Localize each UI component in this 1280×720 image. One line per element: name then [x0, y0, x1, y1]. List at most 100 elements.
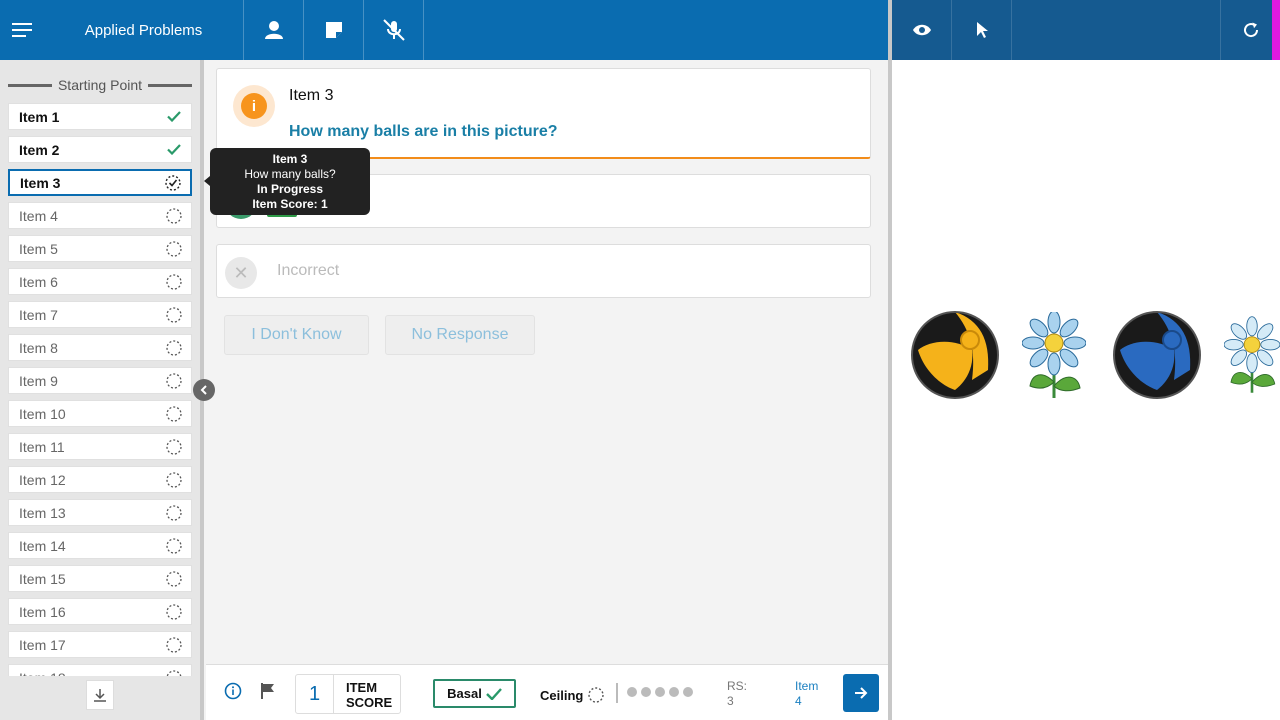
not-started-icon [165, 405, 183, 423]
not-started-icon [165, 471, 183, 489]
sidebar-item[interactable]: Item 2 [8, 136, 192, 163]
refresh-button[interactable] [1220, 0, 1280, 60]
ball-yellow-icon [911, 311, 999, 399]
starting-point-line-left [7, 83, 52, 87]
sidebar-item[interactable]: Item 4 [8, 202, 192, 229]
sidebar-item[interactable]: Item 8 [8, 334, 192, 361]
sidebar-item[interactable]: Item 16 [8, 598, 192, 625]
download-icon [94, 689, 106, 702]
top-toolbar: Applied Problems [0, 0, 888, 60]
starting-point-label: Starting Point [57, 77, 143, 93]
info-button[interactable] [224, 682, 242, 705]
sidebar-item[interactable]: Item 5 [8, 235, 192, 262]
flag-button[interactable] [260, 682, 276, 705]
tooltip-question: How many balls? [244, 167, 336, 181]
sidebar-item-label: Item 10 [19, 405, 66, 422]
stimulus-toolbar [892, 0, 1280, 60]
next-item-label: Item [795, 679, 819, 693]
sidebar-item-label: Item 5 [19, 240, 58, 257]
pending-icon [588, 687, 605, 703]
mic-off-icon [382, 19, 405, 41]
notes-button[interactable] [304, 0, 364, 60]
progress-dot [669, 687, 679, 697]
item-score-label-line2: SCORE [346, 695, 393, 710]
eye-icon [912, 24, 931, 36]
not-started-icon [165, 273, 183, 291]
check-icon [165, 108, 183, 126]
dont-know-button[interactable]: I Don't Know [224, 315, 369, 355]
sidebar-item[interactable]: Item 18 [8, 664, 192, 676]
tooltip-status: In Progress [256, 182, 324, 196]
incorrect-response-option[interactable]: ✕ Incorrect [216, 244, 871, 298]
check-icon [485, 687, 502, 700]
notes-icon [325, 22, 342, 38]
next-item-button[interactable] [843, 674, 879, 712]
progress-dot [627, 687, 637, 697]
sidebar-item[interactable]: Item 10 [8, 400, 192, 427]
flower-icon [1224, 316, 1280, 393]
info-outline-icon [224, 682, 242, 700]
item-info-badge[interactable]: i [233, 85, 275, 127]
sidebar-item[interactable]: Item 14 [8, 532, 192, 559]
sidebar-item-label: Item 18 [19, 670, 66, 677]
menu-icon [12, 23, 32, 37]
raw-score-label: RS: [727, 679, 748, 693]
ceiling-progress-dots [627, 687, 693, 697]
scoring-bar: 1 ITEM SCORE Basal Ceiling RS: 3 Item 4 [206, 664, 888, 720]
sidebar-item[interactable]: Item 15 [8, 565, 192, 592]
not-started-icon [165, 438, 183, 456]
tooltip-item: Item 3 [272, 152, 308, 166]
ceiling-status: Ceiling [540, 686, 605, 704]
examinee-button[interactable] [244, 0, 304, 60]
next-item-indicator: Item 4 [795, 679, 818, 709]
collapse-sidebar-button[interactable] [193, 379, 215, 401]
sidebar-item[interactable]: Item 11 [8, 433, 192, 460]
view-button[interactable] [892, 0, 952, 60]
not-started-icon [165, 504, 183, 522]
menu-button[interactable] [0, 0, 44, 60]
sidebar-item[interactable]: Item 17 [8, 631, 192, 658]
mic-button[interactable] [364, 0, 424, 60]
sidebar-item[interactable]: Item 13 [8, 499, 192, 526]
sidebar-item[interactable]: Item 7 [8, 301, 192, 328]
tooltip-score: Item Score: 1 [252, 197, 328, 211]
sidebar-item[interactable]: Item 3 [8, 169, 192, 196]
stimulus-picture [892, 310, 1280, 402]
sidebar-item[interactable]: Item 12 [8, 466, 192, 493]
sidebar-item[interactable]: Item 6 [8, 268, 192, 295]
question-text: How many balls are in this picture? [289, 123, 558, 140]
sidebar-item-label: Item 9 [19, 372, 58, 389]
incorrect-label: Incorrect [277, 262, 340, 279]
not-started-icon [165, 207, 183, 225]
sidebar-item-label: Item 13 [19, 504, 66, 521]
question-item-label: Item 3 [289, 87, 334, 104]
flower-icon [1022, 312, 1086, 398]
chevron-left-icon [200, 385, 207, 395]
raw-score-value: 3 [727, 694, 734, 708]
not-started-icon [165, 372, 183, 390]
not-started-icon [165, 537, 183, 555]
sidebar-item-label: Item 2 [19, 141, 60, 158]
examinee-icon [264, 21, 283, 39]
not-started-icon [165, 603, 183, 621]
pointer-button[interactable] [952, 0, 1012, 60]
sidebar-item[interactable]: Item 9 [8, 367, 192, 394]
download-button[interactable] [86, 680, 114, 710]
not-started-icon [165, 636, 183, 654]
sidebar-item-label: Item 14 [19, 537, 66, 554]
raw-score: RS: 3 [727, 679, 747, 709]
basal-badge: Basal [433, 679, 516, 708]
arrow-right-icon [855, 687, 868, 699]
starting-point-line-right [148, 83, 193, 87]
ball-blue-icon [1113, 311, 1201, 399]
edge-marker [1272, 0, 1280, 60]
refresh-icon [1243, 22, 1258, 38]
test-title: Applied Problems [44, 0, 244, 60]
cursor-icon [976, 22, 988, 38]
no-response-button[interactable]: No Response [385, 315, 535, 355]
stimulus-panel [892, 60, 1280, 720]
basal-label: Basal [447, 686, 482, 701]
sidebar-item[interactable]: Item 1 [8, 103, 192, 130]
flag-icon [261, 683, 274, 699]
